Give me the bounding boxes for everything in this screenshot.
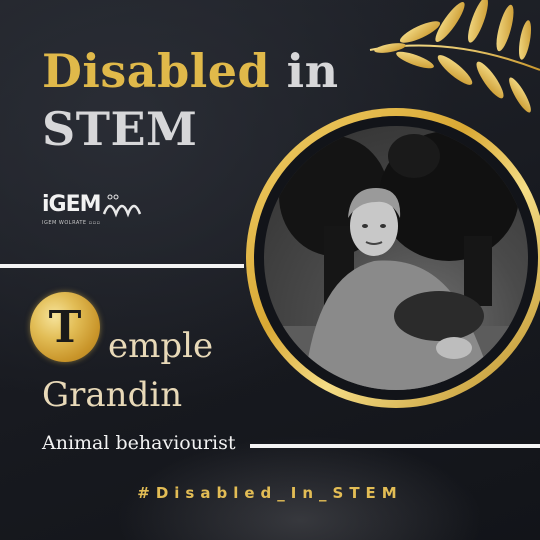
title-stem: STEM bbox=[42, 102, 198, 156]
title-in: in bbox=[286, 44, 339, 98]
divider-bottom bbox=[250, 444, 540, 448]
person-role: Animal behaviourist bbox=[42, 432, 236, 454]
divider-top bbox=[0, 264, 244, 268]
surname: Grandin bbox=[42, 375, 183, 415]
portrait-illustration bbox=[264, 131, 528, 390]
gold-leaves-icon bbox=[369, 0, 540, 113]
poster-title: Disabled in STEM bbox=[42, 42, 339, 158]
hashtag: #Disabled_In_STEM bbox=[137, 484, 403, 502]
title-disabled: Disabled bbox=[42, 44, 271, 98]
poster-card: Disabled in STEM iGEM IGEM WOLRATE ▫▫▫ T… bbox=[0, 0, 540, 540]
logo-wave-icon bbox=[102, 194, 142, 218]
logo-text: iGEM bbox=[42, 192, 102, 217]
logo-subtext: IGEM WOLRATE ▫▫▫ bbox=[42, 220, 101, 226]
first-name-rest: emple bbox=[108, 326, 214, 366]
portrait-photo bbox=[264, 126, 528, 390]
name-initial: T bbox=[48, 302, 82, 353]
igem-logo: iGEM IGEM WOLRATE ▫▫▫ bbox=[42, 192, 150, 238]
